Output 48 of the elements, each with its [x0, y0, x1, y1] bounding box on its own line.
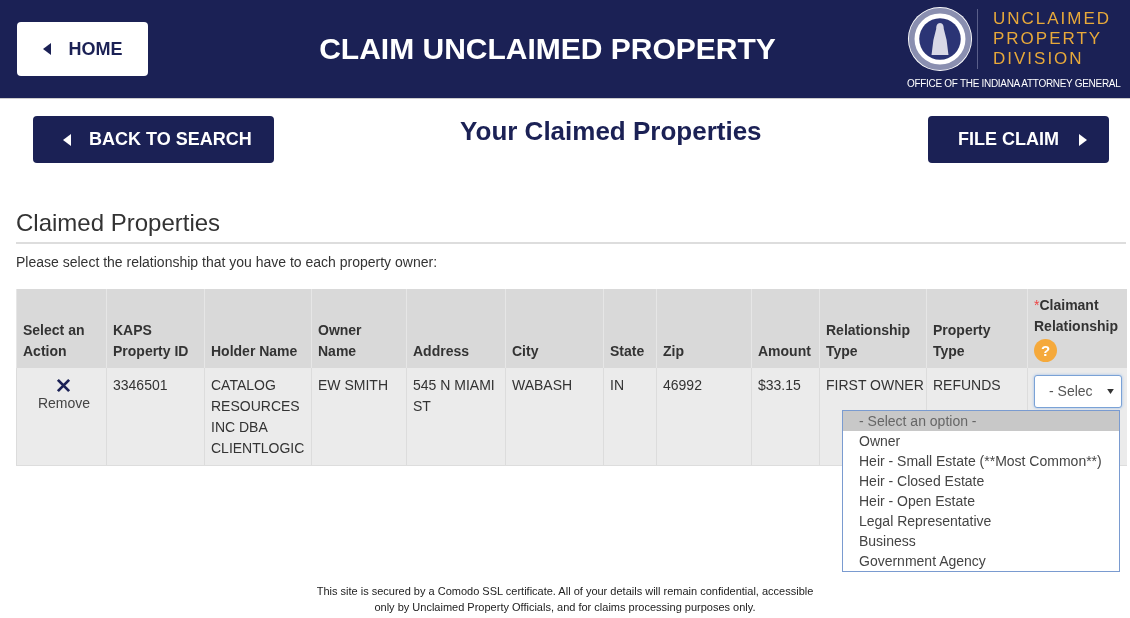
close-icon [56, 378, 72, 393]
table-cell-text: $33.15 [758, 376, 802, 395]
logo-text: PROPERTY [993, 29, 1103, 49]
dropdown-option[interactable]: Heir - Small Estate (**Most Common**) [843, 451, 1119, 471]
column-header: State [610, 342, 646, 361]
table-cell-text: 3346501 [113, 376, 169, 395]
table-cell-text: REFUNDS [933, 376, 1002, 395]
select-field[interactable]: - Selec [1034, 375, 1122, 408]
page-title: CLAIM UNCLAIMED PROPERTY [318, 32, 777, 66]
table-cell-text: 46992 [663, 376, 703, 395]
caret-right-icon [1079, 133, 1087, 146]
dropdown-option[interactable]: Heir - Open Estate [843, 491, 1119, 511]
logo-text: UNCLAIMED [993, 9, 1112, 29]
table-cell-text: EW SMITH [318, 376, 389, 395]
footer-text: This site is secured by a Comodo SSL certificate. All of your details will remain confidential, accessible only by Unclaimed Property Officials, and for claims processing purposes only. [315, 584, 815, 615]
table-cell-text: IN [610, 376, 625, 395]
file-claim-button[interactable]: FILE CLAIM [928, 116, 1109, 163]
seal-icon [907, 6, 973, 72]
table-cell-text: CATALOG RESOURCES INC DBA CLIENTLOGIC [211, 376, 306, 458]
dropdown-option[interactable]: Heir - Closed Estate [843, 471, 1119, 491]
home-button[interactable]: HOME [17, 22, 148, 76]
section-title: Your Claimed Properties [459, 116, 762, 147]
column-header: Select an Action [23, 321, 86, 361]
column-header: *Claimant Relationship [1034, 296, 1119, 336]
dropdown-option[interactable]: Business [843, 531, 1119, 551]
column-header: City [512, 342, 540, 361]
caret-down-icon [1107, 389, 1114, 394]
column-header: Holder Name [211, 342, 299, 361]
table-cell-text: WABASH [512, 376, 574, 395]
dropdown-option[interactable]: Legal Representative [843, 511, 1119, 531]
column-header: Zip [663, 342, 685, 361]
table-cell-text: 545 N MIAMI ST [413, 376, 496, 416]
dropdown-option[interactable]: Government Agency [843, 551, 1119, 571]
heading: Claimed Properties [16, 208, 1126, 244]
caret-left-icon [42, 43, 51, 55]
column-header: Owner Name [318, 321, 363, 361]
back-to-search-button[interactable]: BACK TO SEARCH [33, 116, 274, 163]
column-header: Amount [758, 342, 812, 361]
column-header: Relationship Type [826, 321, 911, 361]
column-header: KAPS Property ID [113, 321, 190, 361]
instruction-text: Please select the relationship that you have to each property owner: [16, 253, 439, 271]
logo-text: DIVISION [993, 49, 1084, 69]
table-cell-text: FIRST OWNER [826, 376, 925, 395]
column-header: Address [413, 342, 471, 361]
column-header: Property Type [933, 321, 992, 361]
dropdown-option[interactable]: Owner [843, 431, 1119, 451]
caret-left-icon [63, 133, 71, 146]
logo-caption: OFFICE OF THE INDIANA ATTORNEY GENERAL [907, 77, 1122, 89]
